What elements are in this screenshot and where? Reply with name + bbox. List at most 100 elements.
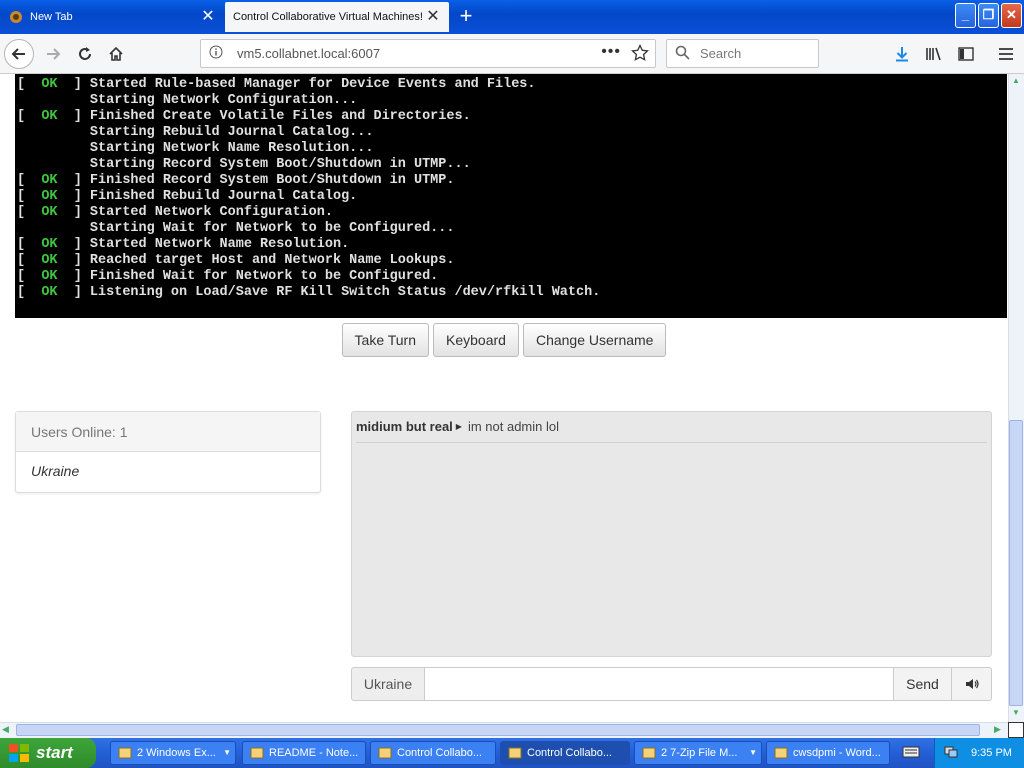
change-username-button[interactable]: Change Username xyxy=(522,323,667,357)
taskbar-button[interactable]: cwsdpmi - Word... xyxy=(766,741,890,765)
terminal-bracket: [ xyxy=(17,109,42,124)
taskbar-button[interactable]: 2 7-Zip File M... ▼ xyxy=(634,741,762,765)
chat-message-input[interactable] xyxy=(425,667,894,701)
chat-arrow-icon: ▶ xyxy=(455,422,462,431)
scroll-right-arrow-icon[interactable]: ▶ xyxy=(994,724,1001,735)
vm-terminal-screen[interactable]: [ OK ] Started Rule-based Manager for De… xyxy=(15,74,1007,318)
new-tab-plus-icon[interactable]: + xyxy=(454,5,478,29)
terminal-ok-status: OK xyxy=(41,253,58,268)
users-online-heading: Users Online: 1 xyxy=(16,412,320,452)
start-button[interactable]: start xyxy=(0,738,96,768)
scroll-left-arrow-icon[interactable]: ◀ xyxy=(2,724,9,735)
taskbar-button[interactable]: Control Collabo... xyxy=(370,741,496,765)
terminal-bracket: [ xyxy=(17,237,42,252)
app-icon xyxy=(117,745,133,761)
take-turn-button[interactable]: Take Turn xyxy=(341,323,430,357)
terminal-line: [ OK ] Finished Record System Boot/Shutd… xyxy=(17,173,1007,189)
network-tray-icon[interactable] xyxy=(943,744,959,763)
search-bar[interactable]: Search xyxy=(666,39,819,68)
downloads-icon[interactable] xyxy=(892,44,912,64)
terminal-bracket: [ xyxy=(17,269,42,284)
user-list-item: Ukraine xyxy=(31,463,80,479)
group-caret-icon[interactable]: ▼ xyxy=(223,748,231,757)
terminal-ok-status: OK xyxy=(41,77,58,92)
vertical-scroll-thumb[interactable] xyxy=(1009,420,1023,706)
terminal-line: [ OK ] Reached target Host and Network N… xyxy=(17,253,1007,269)
url-bar[interactable]: vm5.collabnet.local:6007 ••• xyxy=(200,39,656,68)
taskbar-button[interactable]: Control Collabo... xyxy=(500,741,630,765)
taskbar-button[interactable]: README - Note... xyxy=(242,741,366,765)
info-icon[interactable] xyxy=(209,45,223,62)
terminal-bracket: ] xyxy=(57,253,90,268)
maximize-button[interactable]: ❐ xyxy=(978,3,999,28)
page-actions-icon[interactable]: ••• xyxy=(601,43,621,61)
keyboard-tray-icon[interactable] xyxy=(902,745,920,762)
terminal-bracket: ] xyxy=(57,189,90,204)
bookmark-star-icon[interactable] xyxy=(631,43,649,65)
terminal-line-text: Listening on Load/Save RF Kill Switch St… xyxy=(89,285,601,300)
terminal-line-text: Starting Rebuild Journal Catalog... xyxy=(89,125,374,140)
terminal-line: Starting Network Name Resolution... xyxy=(17,141,1007,157)
terminal-bracket: ] xyxy=(57,237,90,252)
library-icon[interactable] xyxy=(924,44,944,64)
taskbar-button-label: Control Collabo... xyxy=(397,747,482,759)
terminal-line: [ OK ] Listening on Load/Save RF Kill Sw… xyxy=(17,285,1007,301)
terminal-bracket: ] xyxy=(57,77,90,92)
clock: 9:35 PM xyxy=(971,747,1012,759)
terminal-bracket: [ xyxy=(17,173,42,188)
tab-control-collaborative[interactable]: Control Collaborative Virtual Machines! … xyxy=(225,2,449,32)
close-tab-icon[interactable]: ✕ xyxy=(425,9,441,25)
start-label: start xyxy=(36,743,73,762)
terminal-line: [ OK ] Started Network Name Resolution. xyxy=(17,237,1007,253)
terminal-ok-status: OK xyxy=(41,237,58,252)
menu-icon[interactable] xyxy=(996,44,1016,64)
chat-username-addon: Ukraine xyxy=(351,667,425,701)
scroll-down-arrow-icon[interactable]: ▼ xyxy=(1009,708,1023,720)
terminal-indent xyxy=(17,125,90,140)
reload-icon[interactable] xyxy=(70,39,100,69)
scrollbar-corner xyxy=(1008,722,1024,738)
tab-title: Control Collaborative Virtual Machines! xyxy=(233,11,423,23)
chat-panel: midium but real ▶ im not admin lol xyxy=(351,411,992,657)
horizontal-scroll-thumb[interactable] xyxy=(16,724,980,736)
sidebar-icon[interactable] xyxy=(956,44,976,64)
keyboard-button[interactable]: Keyboard xyxy=(433,323,519,357)
minimize-button[interactable]: _ xyxy=(955,3,976,28)
app-icon xyxy=(507,745,523,761)
back-arrow-icon[interactable] xyxy=(4,39,34,69)
url-text[interactable]: vm5.collabnet.local:6007 xyxy=(237,46,380,61)
chat-input-group: Ukraine Send xyxy=(351,667,992,701)
taskbar-button-label: README - Note... xyxy=(269,747,359,759)
terminal-line-text: Finished Rebuild Journal Catalog. xyxy=(89,189,358,204)
scroll-up-arrow-icon[interactable]: ▲ xyxy=(1009,76,1023,88)
send-button[interactable]: Send xyxy=(894,667,952,701)
close-window-button[interactable]: ✕ xyxy=(1001,3,1022,28)
terminal-indent xyxy=(17,157,90,172)
volume-icon[interactable] xyxy=(952,667,992,701)
tab-new-tab[interactable]: New Tab ✕ xyxy=(0,2,224,32)
terminal-line-text: Started Network Name Resolution. xyxy=(89,237,350,252)
taskbar-button[interactable]: 2 Windows Ex... ▼ xyxy=(110,741,236,765)
terminal-line-text: Starting Network Name Resolution... xyxy=(89,141,374,156)
terminal-line-text: Finished Wait for Network to be Configur… xyxy=(89,269,439,284)
terminal-line: [ OK ] Started Network Configuration. xyxy=(17,205,1007,221)
terminal-line-text: Finished Record System Boot/Shutdown in … xyxy=(89,173,455,188)
terminal-bracket: [ xyxy=(17,77,42,92)
home-icon[interactable] xyxy=(101,39,131,69)
close-tab-icon[interactable]: ✕ xyxy=(200,9,216,25)
app-icon xyxy=(773,745,789,761)
vm-controls: Take Turn Keyboard Change Username xyxy=(0,323,1008,357)
windows-logo-icon xyxy=(8,743,30,763)
forward-arrow-icon[interactable] xyxy=(38,39,68,69)
group-caret-icon[interactable]: ▼ xyxy=(749,748,757,757)
terminal-indent xyxy=(17,221,90,236)
terminal-line: [ OK ] Finished Rebuild Journal Catalog. xyxy=(17,189,1007,205)
terminal-bracket: [ xyxy=(17,253,42,268)
app-icon xyxy=(249,745,265,761)
terminal-ok-status: OK xyxy=(41,269,58,284)
terminal-line: Starting Rebuild Journal Catalog... xyxy=(17,125,1007,141)
chat-username: midium but real xyxy=(356,419,453,434)
terminal-bracket: [ xyxy=(17,205,42,220)
terminal-ok-status: OK xyxy=(41,109,58,124)
system-tray: 9:35 PM xyxy=(934,738,1024,768)
